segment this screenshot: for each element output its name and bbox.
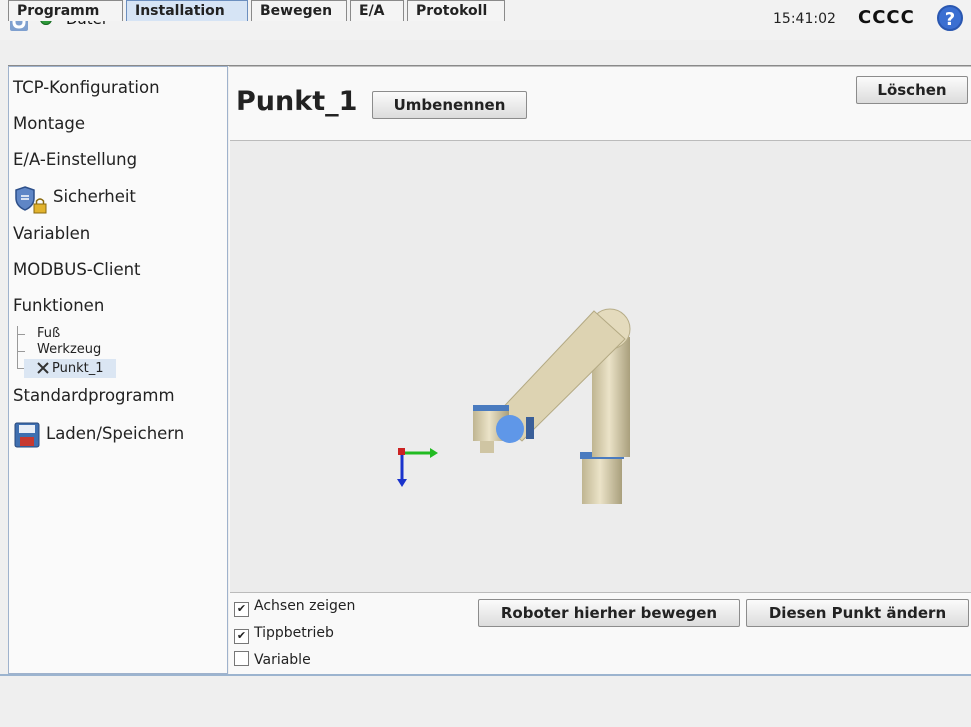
change-point-button[interactable]: Diesen Punkt ändern <box>746 599 969 627</box>
checkbox-tippbetrieb[interactable]: ✔ Tippbetrieb <box>234 625 334 644</box>
tree-connector <box>17 326 18 369</box>
checkbox-variable[interactable]: Variable <box>234 651 311 668</box>
clock: 15:41:02 <box>773 11 836 27</box>
tab-programm[interactable]: Programm <box>8 0 123 21</box>
tree-item-werkzeug[interactable]: Werkzeug <box>37 342 101 357</box>
sidebar-item-modbus[interactable]: MODBUS-Client <box>13 260 141 279</box>
tree-item-punkt[interactable]: Punkt_1 <box>52 361 104 376</box>
sidebar-item-tcp[interactable]: TCP-Konfiguration <box>13 78 160 97</box>
sidebar-item-ea-einstellung[interactable]: E/A-Einstellung <box>13 150 137 169</box>
checkbox-checked-icon[interactable]: ✔ <box>234 602 249 617</box>
robot-3d-viewport[interactable] <box>230 140 971 593</box>
checkbox-unchecked-icon[interactable] <box>234 651 249 666</box>
sidebar-item-sicherheit[interactable]: Sicherheit <box>53 187 136 206</box>
tab-installation[interactable]: Installation <box>126 0 248 21</box>
sidebar-item-laden-speichern[interactable]: Laden/Speichern <box>46 424 184 443</box>
tab-protokoll[interactable]: Protokoll <box>407 0 505 21</box>
checkbox-checked-icon[interactable]: ✔ <box>234 629 249 644</box>
tree-connector <box>17 334 25 335</box>
sidebar-item-standardprogramm[interactable]: Standardprogramm <box>13 386 175 405</box>
tree-item-fuss[interactable]: Fuß <box>37 326 60 341</box>
floppy-disk-icon <box>14 422 40 448</box>
move-robot-here-button[interactable]: Roboter hierher bewegen <box>478 599 740 627</box>
shield-lock-icon <box>15 186 47 214</box>
page-title: Punkt_1 <box>236 86 358 117</box>
sidebar-item-montage[interactable]: Montage <box>13 114 85 133</box>
rename-button[interactable]: Umbenennen <box>372 91 527 119</box>
checkbox-achsen-zeigen[interactable]: ✔ Achsen zeigen <box>234 598 355 617</box>
footer-divider <box>0 674 971 676</box>
sidebar-item-variablen[interactable]: Variablen <box>13 224 90 243</box>
help-icon[interactable]: ? <box>937 5 963 31</box>
tree-connector <box>17 351 25 352</box>
point-feature-icon <box>37 362 49 374</box>
sidebar-item-funktionen[interactable]: Funktionen <box>13 296 104 315</box>
robot-name: CCCC <box>858 7 915 28</box>
tab-bewegen[interactable]: Bewegen <box>251 0 347 21</box>
tab-ea[interactable]: E/A <box>350 0 404 21</box>
robot-arm-graphic <box>397 308 631 504</box>
delete-button[interactable]: Löschen <box>856 76 968 104</box>
